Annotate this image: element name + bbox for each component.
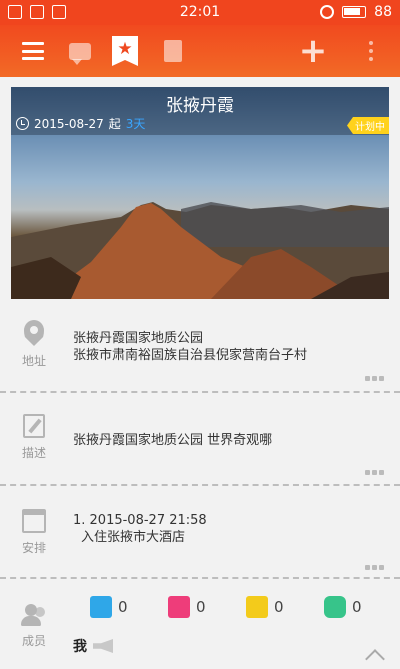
divider: [0, 391, 400, 393]
more-vertical-icon: [369, 41, 373, 61]
chat-button[interactable]: [55, 25, 105, 77]
trip-title: 张掖丹霞: [166, 96, 234, 116]
address-row[interactable]: 地址 张掖丹霞国家地质公园 张掖市肃南裕固族自治县倪家营南台子村: [0, 318, 400, 388]
favorite-button[interactable]: ★: [100, 25, 150, 77]
trip-duration: 3天: [125, 117, 146, 131]
address-line2: 张掖市肃南裕固族自治县倪家营南台子村: [73, 348, 308, 363]
more-button[interactable]: [346, 25, 396, 77]
menu-button[interactable]: [8, 25, 58, 77]
start-label: 起: [108, 117, 121, 131]
status-bar: 22:01 88: [0, 0, 400, 25]
divider: [0, 484, 400, 486]
schedule-label: 安排: [21, 541, 46, 555]
member-me[interactable]: 我: [73, 636, 113, 656]
calendar-icon: [22, 509, 46, 533]
clipboard-button[interactable]: [148, 25, 198, 77]
more-dots-icon[interactable]: [365, 376, 384, 381]
car-count-value: 0: [352, 598, 362, 616]
top-toolbar: ★ +: [0, 25, 400, 77]
address-label: 地址: [21, 354, 46, 368]
plus-icon: +: [298, 31, 328, 71]
add-button[interactable]: +: [288, 25, 338, 77]
status-badge: 计划中: [347, 117, 389, 134]
more-dots-icon[interactable]: [365, 470, 384, 475]
schedule-item-time: 1. 2015-08-27 21:58: [73, 513, 207, 528]
schedule-row[interactable]: 安排 1. 2015-08-27 21:58 入住张掖市大酒店: [0, 507, 400, 577]
divider: [0, 577, 400, 579]
start-date: 2015-08-27: [34, 116, 104, 131]
battery-icon: [342, 6, 367, 18]
flight-count-value: 0: [118, 598, 128, 616]
me-label: 我: [73, 639, 87, 655]
train-count-value: 0: [274, 598, 284, 616]
schedule-item-title: 入住张掖市大酒店: [81, 530, 186, 545]
members-label: 成员: [21, 634, 46, 648]
location-pin-icon: [24, 320, 44, 346]
description-text: 张掖丹霞国家地质公园 世界奇观哪: [73, 433, 273, 448]
star-badge-icon: ★: [112, 36, 138, 66]
bus-stop-count-value: 0: [196, 598, 206, 616]
train-icon: [246, 596, 268, 618]
clipboard-icon: [164, 40, 182, 62]
more-dots-icon[interactable]: [365, 565, 384, 570]
description-label: 描述: [21, 446, 46, 460]
train-count[interactable]: 0: [246, 596, 324, 618]
trip-date: 2015-08-27 起 3天: [16, 115, 145, 132]
description-row[interactable]: 描述 张掖丹霞国家地质公园 世界奇观哪: [0, 412, 400, 482]
address-line1: 张掖丹霞国家地质公园: [73, 331, 204, 346]
alarm-icon: [320, 5, 335, 19]
clock-icon: [16, 117, 29, 130]
trip-banner[interactable]: 张掖丹霞 2015-08-27 起 3天 计划中: [11, 87, 389, 299]
car-icon: [324, 596, 346, 618]
member-counts: 0 0 0 0: [90, 596, 400, 618]
flight-icon: [90, 596, 112, 618]
car-count[interactable]: 0: [324, 596, 400, 618]
edit-icon: [23, 414, 45, 438]
menu-icon: [22, 42, 44, 60]
megaphone-icon: [93, 639, 113, 653]
bus-stop-count[interactable]: 0: [168, 596, 246, 618]
bus-stop-icon: [168, 596, 190, 618]
battery-level: 88: [374, 4, 392, 20]
chat-icon: [69, 42, 91, 65]
people-icon: [21, 604, 47, 626]
flight-count[interactable]: 0: [90, 596, 168, 618]
